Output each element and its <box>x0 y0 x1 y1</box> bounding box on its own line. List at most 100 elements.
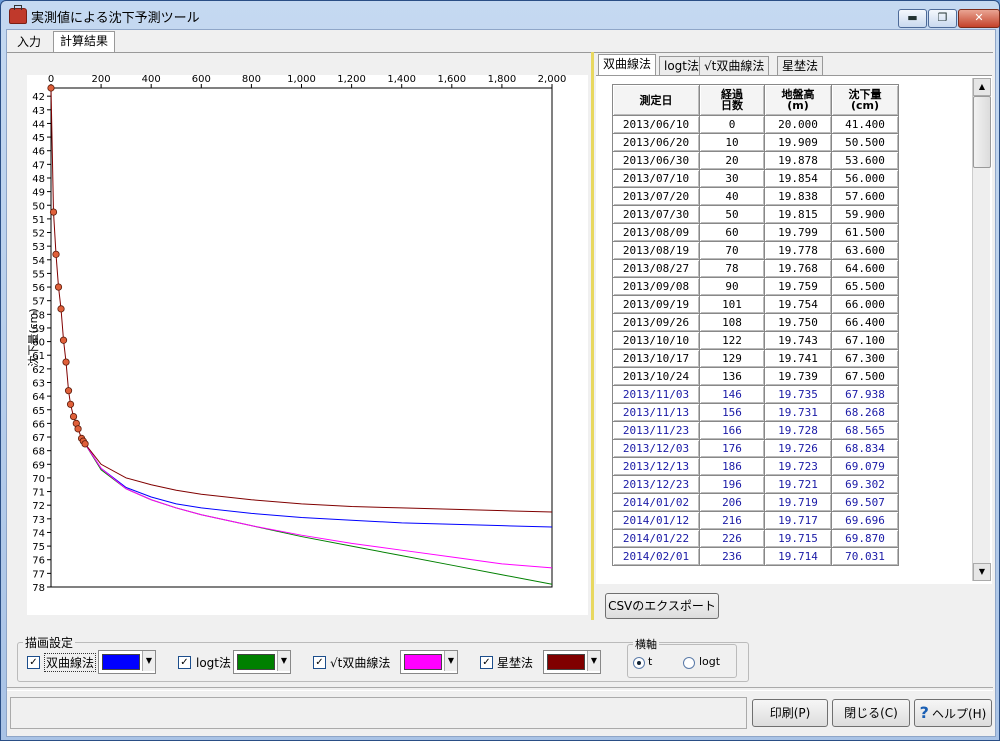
table-cell[interactable]: 69.507 <box>831 493 899 512</box>
radio-axis-t[interactable] <box>633 657 645 669</box>
table-cell[interactable]: 2013/12/13 <box>612 457 700 476</box>
table-cell[interactable]: 61.500 <box>831 223 899 242</box>
scroll-down-icon[interactable]: ▼ <box>973 563 991 581</box>
table-cell[interactable]: 19.728 <box>764 421 832 440</box>
table-cell[interactable]: 2013/11/23 <box>612 421 700 440</box>
table-cell[interactable]: 19.768 <box>764 259 832 278</box>
table-row[interactable]: 2013/09/19 101 19.754 66.000 <box>612 295 899 314</box>
table-row[interactable]: 2013/10/10 122 19.743 67.100 <box>612 331 899 350</box>
table-cell[interactable]: 64.600 <box>831 259 899 278</box>
table-cell[interactable]: 19.719 <box>764 493 832 512</box>
tab-hoshino[interactable]: 星埜法 <box>777 56 824 75</box>
table-row-predicted[interactable]: 2013/11/13 156 19.731 68.268 <box>612 403 899 422</box>
table-cell[interactable]: 63.600 <box>831 241 899 260</box>
table-cell[interactable]: 2013/11/03 <box>612 385 700 404</box>
checkbox-sqrt-hyperbolic[interactable]: ✓ <box>313 656 326 669</box>
tab-logt[interactable]: logt法 <box>659 56 704 75</box>
table-cell[interactable]: 66.000 <box>831 295 899 314</box>
table-cell[interactable]: 2014/01/22 <box>612 529 700 548</box>
color-select-hyperbolic[interactable]: ▼ <box>98 650 156 674</box>
label-sqrt-hyperbolic[interactable]: √t双曲線法 <box>330 654 390 671</box>
label-hyperbolic[interactable]: 双曲線法 <box>44 653 97 672</box>
color-select-logt[interactable]: ▼ <box>233 650 291 674</box>
table-row[interactable]: 2013/08/19 70 19.778 63.600 <box>612 241 899 260</box>
table-cell[interactable]: 50.500 <box>831 133 899 152</box>
tab-results[interactable]: 計算結果 <box>53 31 116 53</box>
table-cell[interactable]: 19.726 <box>764 439 832 458</box>
table-cell[interactable]: 19.754 <box>764 295 832 314</box>
csv-export-button[interactable]: CSVのエクスポート <box>605 593 719 619</box>
table-cell[interactable]: 186 <box>699 457 765 476</box>
table-cell[interactable]: 19.909 <box>764 133 832 152</box>
table-row-predicted[interactable]: 2014/02/01 236 19.714 70.031 <box>612 547 899 566</box>
table-cell[interactable]: 129 <box>699 349 765 368</box>
table-cell[interactable]: 19.714 <box>764 547 832 566</box>
table-cell[interactable]: 19.750 <box>764 313 832 332</box>
panel-splitter[interactable] <box>591 52 594 620</box>
table-cell[interactable]: 69.302 <box>831 475 899 494</box>
table-cell[interactable]: 19.815 <box>764 205 832 224</box>
table-cell[interactable]: 122 <box>699 331 765 350</box>
table-cell[interactable]: 2013/09/26 <box>612 313 700 332</box>
table-cell[interactable]: 196 <box>699 475 765 494</box>
table-cell[interactable]: 2013/08/19 <box>612 241 700 260</box>
table-cell[interactable]: 2014/01/12 <box>612 511 700 530</box>
table-cell[interactable]: 19.778 <box>764 241 832 260</box>
table-cell[interactable]: 2013/11/13 <box>612 403 700 422</box>
table-cell[interactable]: 108 <box>699 313 765 332</box>
table-cell[interactable]: 2013/12/03 <box>612 439 700 458</box>
print-button[interactable]: 印刷(P) <box>752 699 828 727</box>
table-cell[interactable]: 226 <box>699 529 765 548</box>
table-cell[interactable]: 30 <box>699 169 765 188</box>
title-bar[interactable]: 実測値による沈下予測ツール ▬ ❐ ✕ <box>1 1 1000 29</box>
table-cell[interactable]: 69.696 <box>831 511 899 530</box>
table-row[interactable]: 2013/10/24 136 19.739 67.500 <box>612 367 899 386</box>
table-cell[interactable]: 53.600 <box>831 151 899 170</box>
chevron-down-icon[interactable]: ▼ <box>142 651 155 671</box>
table-cell[interactable]: 50 <box>699 205 765 224</box>
table-cell[interactable]: 19.717 <box>764 511 832 530</box>
table-cell[interactable]: 2013/09/08 <box>612 277 700 296</box>
table-cell[interactable]: 19.723 <box>764 457 832 476</box>
table-cell[interactable]: 2014/01/02 <box>612 493 700 512</box>
table-row-predicted[interactable]: 2013/12/03 176 19.726 68.834 <box>612 439 899 458</box>
chevron-down-icon[interactable]: ▼ <box>587 651 600 671</box>
table-cell[interactable]: 19.715 <box>764 529 832 548</box>
radio-axis-t-label[interactable]: t <box>648 655 652 668</box>
table-cell[interactable]: 19.731 <box>764 403 832 422</box>
table-cell[interactable]: 20.000 <box>764 115 832 134</box>
table-cell[interactable]: 59.900 <box>831 205 899 224</box>
table-row-predicted[interactable]: 2013/12/13 186 19.723 69.079 <box>612 457 899 476</box>
table-cell[interactable]: 70.031 <box>831 547 899 566</box>
table-row-predicted[interactable]: 2014/01/02 206 19.719 69.507 <box>612 493 899 512</box>
table-row[interactable]: 2013/06/20 10 19.909 50.500 <box>612 133 899 152</box>
checkbox-hoshino[interactable]: ✓ <box>480 656 493 669</box>
table-cell[interactable]: 66.400 <box>831 313 899 332</box>
table-cell[interactable]: 57.600 <box>831 187 899 206</box>
table-row[interactable]: 2013/08/27 78 19.768 64.600 <box>612 259 899 278</box>
table-cell[interactable]: 67.300 <box>831 349 899 368</box>
table-cell[interactable]: 216 <box>699 511 765 530</box>
radio-axis-logt[interactable] <box>683 657 695 669</box>
table-cell[interactable]: 2013/10/17 <box>612 349 700 368</box>
table-cell[interactable]: 146 <box>699 385 765 404</box>
table-cell[interactable]: 2013/06/30 <box>612 151 700 170</box>
table-cell[interactable]: 41.400 <box>831 115 899 134</box>
tab-hyperbolic[interactable]: 双曲線法 <box>598 54 657 75</box>
table-cell[interactable]: 2013/10/10 <box>612 331 700 350</box>
table-cell[interactable]: 2013/08/09 <box>612 223 700 242</box>
table-cell[interactable]: 156 <box>699 403 765 422</box>
maximize-button[interactable]: ❐ <box>928 9 957 28</box>
table-cell[interactable]: 67.938 <box>831 385 899 404</box>
table-cell[interactable]: 2013/07/30 <box>612 205 700 224</box>
table-cell[interactable]: 19.735 <box>764 385 832 404</box>
label-logt[interactable]: logt法 <box>196 654 231 671</box>
table-cell[interactable]: 68.834 <box>831 439 899 458</box>
table-cell[interactable]: 60 <box>699 223 765 242</box>
table-cell[interactable]: 206 <box>699 493 765 512</box>
table-cell[interactable]: 69.079 <box>831 457 899 476</box>
table-row-predicted[interactable]: 2013/11/03 146 19.735 67.938 <box>612 385 899 404</box>
table-cell[interactable]: 19.743 <box>764 331 832 350</box>
table-cell[interactable]: 2014/02/01 <box>612 547 700 566</box>
table-cell[interactable]: 67.500 <box>831 367 899 386</box>
